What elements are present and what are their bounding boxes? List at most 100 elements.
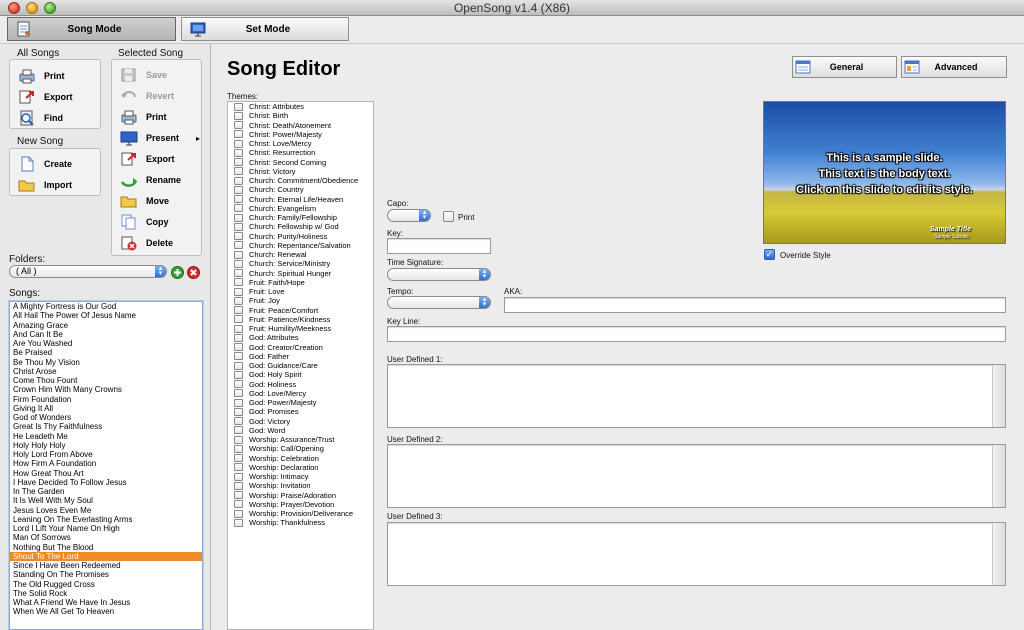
- theme-checkbox[interactable]: [234, 111, 243, 120]
- theme-item[interactable]: God: Victory: [228, 417, 373, 426]
- scrollbar[interactable]: [992, 523, 1005, 585]
- theme-checkbox[interactable]: [234, 306, 243, 315]
- song-list-item[interactable]: Leaning On The Everlasting Arms: [10, 515, 202, 524]
- song-list-item[interactable]: Nothing But The Blood: [10, 543, 202, 552]
- theme-checkbox[interactable]: [234, 213, 243, 222]
- delete-button[interactable]: Delete: [120, 234, 173, 252]
- revert-button[interactable]: Revert: [120, 87, 174, 105]
- close-window-button[interactable]: [8, 2, 20, 14]
- copy-button[interactable]: Copy: [120, 213, 169, 231]
- theme-item[interactable]: Church: Family/Fellowship: [228, 213, 373, 222]
- theme-checkbox[interactable]: [234, 398, 243, 407]
- song-list-item[interactable]: The Solid Rock: [10, 589, 202, 598]
- minimize-window-button[interactable]: [26, 2, 38, 14]
- theme-item[interactable]: Worship: Assurance/Trust: [228, 435, 373, 444]
- theme-checkbox[interactable]: [234, 204, 243, 213]
- theme-checkbox[interactable]: [234, 167, 243, 176]
- theme-checkbox[interactable]: [234, 361, 243, 370]
- scrollbar[interactable]: [992, 365, 1005, 427]
- song-list-item[interactable]: Firm Foundation: [10, 395, 202, 404]
- themes-list[interactable]: Christ: Attributes Christ: Birth Christ: D…: [227, 101, 374, 630]
- theme-item[interactable]: Fruit: Faith/Hope: [228, 278, 373, 287]
- theme-item[interactable]: Church: Repentance/Salvation: [228, 241, 373, 250]
- theme-item[interactable]: Church: Service/Ministry: [228, 259, 373, 268]
- song-list-item[interactable]: A Mighty Fortress is Our God: [10, 302, 202, 311]
- folders-select[interactable]: ( All ) ▴ ▾: [9, 265, 167, 278]
- theme-item[interactable]: Worship: Thankfulness: [228, 518, 373, 527]
- theme-checkbox[interactable]: [234, 472, 243, 481]
- theme-item[interactable]: God: Promises: [228, 407, 373, 416]
- theme-item[interactable]: God: Guidance/Care: [228, 361, 373, 370]
- song-list-item[interactable]: Holy Lord From Above: [10, 450, 202, 459]
- theme-item[interactable]: God: Holiness: [228, 380, 373, 389]
- theme-item[interactable]: God: Love/Mercy: [228, 389, 373, 398]
- print-song-button[interactable]: Print: [120, 108, 167, 126]
- theme-item[interactable]: Fruit: Love: [228, 287, 373, 296]
- theme-item[interactable]: Church: Evangelism: [228, 204, 373, 213]
- theme-checkbox[interactable]: [234, 259, 243, 268]
- song-list-item[interactable]: Come Thou Fount: [10, 376, 202, 385]
- user-defined-2-textarea[interactable]: [387, 444, 1006, 508]
- song-list-item[interactable]: Holy Holy Holy: [10, 441, 202, 450]
- song-list-item[interactable]: Are You Washed: [10, 339, 202, 348]
- theme-item[interactable]: God: Word: [228, 426, 373, 435]
- theme-checkbox[interactable]: [234, 481, 243, 490]
- songs-list[interactable]: A Mighty Fortress is Our God All Hail The…: [9, 301, 203, 630]
- song-list-item[interactable]: All Hail The Power Of Jesus Name: [10, 311, 202, 320]
- song-list-item[interactable]: When We All Get To Heaven: [10, 607, 202, 616]
- theme-item[interactable]: Church: Eternal Life/Heaven: [228, 195, 373, 204]
- find-button[interactable]: Find: [18, 109, 63, 127]
- theme-checkbox[interactable]: [234, 130, 243, 139]
- delete-folder-icon[interactable]: [187, 266, 200, 279]
- tab-general[interactable]: General: [792, 56, 897, 78]
- theme-checkbox[interactable]: [234, 148, 243, 157]
- theme-checkbox[interactable]: [234, 121, 243, 130]
- print-all-button[interactable]: Print: [18, 67, 65, 85]
- theme-checkbox[interactable]: [234, 195, 243, 204]
- zoom-window-button[interactable]: [44, 2, 56, 14]
- slide-style-preview[interactable]: This is a sample slide. This text is the…: [763, 101, 1006, 244]
- theme-item[interactable]: Christ: Attributes: [228, 102, 373, 111]
- user-defined-1-textarea[interactable]: [387, 364, 1006, 428]
- song-list-item[interactable]: Be Thou My Vision: [10, 358, 202, 367]
- theme-item[interactable]: Worship: Intimacy: [228, 472, 373, 481]
- theme-checkbox[interactable]: [234, 102, 243, 111]
- song-list-item[interactable]: He Leadeth Me: [10, 432, 202, 441]
- export-all-button[interactable]: Export: [18, 88, 73, 106]
- theme-item[interactable]: Fruit: Peace/Comfort: [228, 306, 373, 315]
- import-song-button[interactable]: Import: [18, 176, 72, 194]
- theme-checkbox[interactable]: [234, 491, 243, 500]
- theme-checkbox[interactable]: [234, 435, 243, 444]
- theme-checkbox[interactable]: [234, 500, 243, 509]
- key-input[interactable]: [387, 238, 491, 254]
- song-list-item[interactable]: And Can It Be: [10, 330, 202, 339]
- theme-item[interactable]: Fruit: Patience/Kindness: [228, 315, 373, 324]
- theme-item[interactable]: Christ: Victory: [228, 167, 373, 176]
- theme-item[interactable]: Fruit: Joy: [228, 296, 373, 305]
- song-list-item[interactable]: Giving It All: [10, 404, 202, 413]
- theme-checkbox[interactable]: [234, 343, 243, 352]
- theme-item[interactable]: Worship: Praise/Adoration: [228, 491, 373, 500]
- song-list-item[interactable]: Lord I Lift Your Name On High: [10, 524, 202, 533]
- present-button[interactable]: Present ▸: [120, 129, 200, 147]
- song-list-item[interactable]: Amazing Grace: [10, 321, 202, 330]
- theme-checkbox[interactable]: [234, 417, 243, 426]
- theme-checkbox[interactable]: [234, 315, 243, 324]
- tab-advanced[interactable]: Advanced: [901, 56, 1007, 78]
- theme-checkbox[interactable]: [234, 139, 243, 148]
- song-mode-button[interactable]: Song Mode: [7, 17, 176, 41]
- create-song-button[interactable]: Create: [18, 155, 72, 173]
- theme-item[interactable]: Christ: Birth: [228, 111, 373, 120]
- key-line-input[interactable]: [387, 326, 1006, 342]
- capo-print-checkbox[interactable]: [443, 211, 454, 222]
- song-list-item[interactable]: Since I Have Been Redeemed: [10, 561, 202, 570]
- song-list-item[interactable]: Be Praised: [10, 348, 202, 357]
- theme-checkbox[interactable]: [234, 324, 243, 333]
- theme-item[interactable]: Church: Purity/Holiness: [228, 232, 373, 241]
- theme-item[interactable]: God: Attributes: [228, 333, 373, 342]
- theme-checkbox[interactable]: [234, 287, 243, 296]
- rename-button[interactable]: Rename: [120, 171, 181, 189]
- time-signature-select[interactable]: ▴ ▾: [387, 268, 491, 281]
- theme-checkbox[interactable]: [234, 352, 243, 361]
- theme-checkbox[interactable]: [234, 454, 243, 463]
